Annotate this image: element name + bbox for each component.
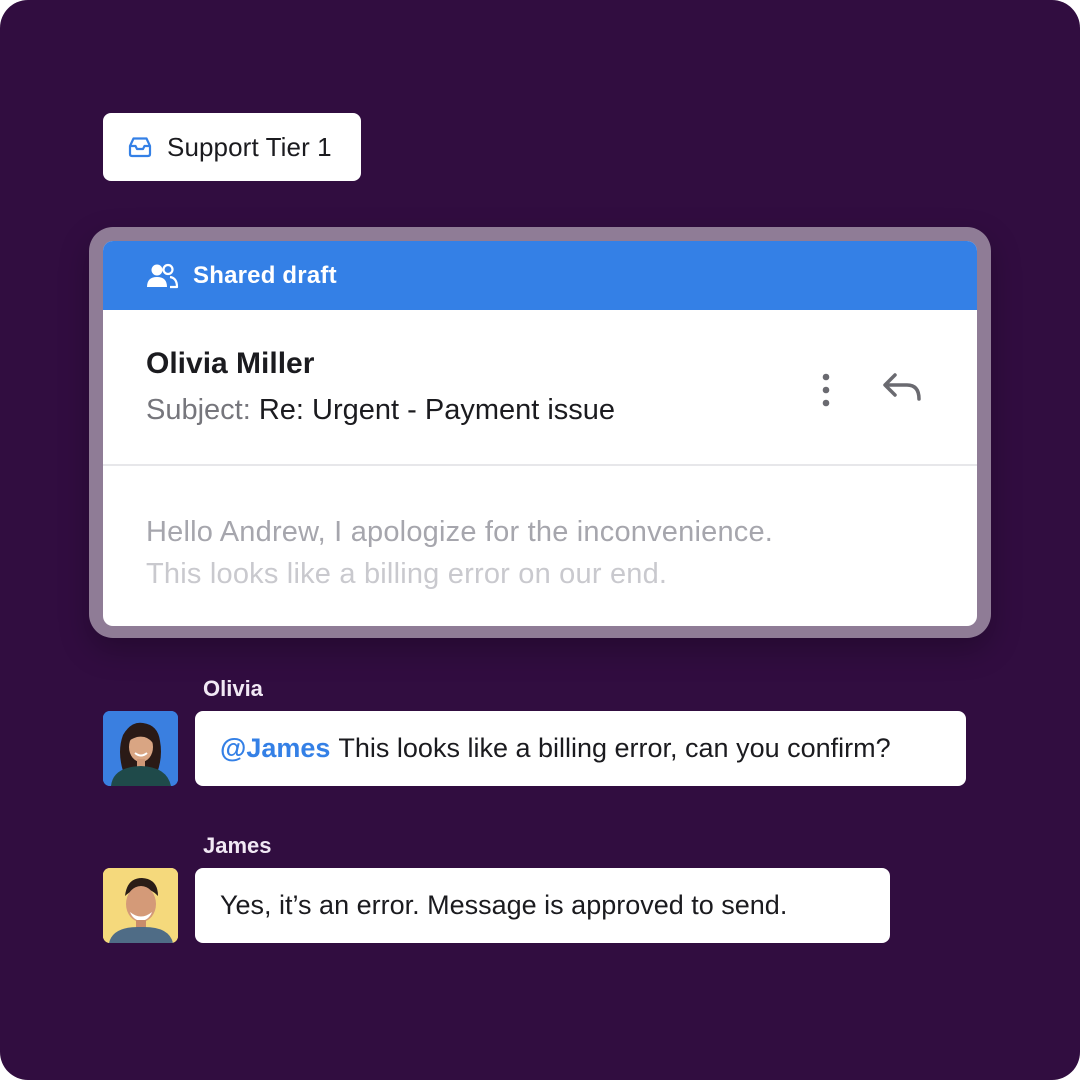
comment-text: Yes, it’s an error. Message is approved … <box>220 890 788 920</box>
subject-label: Subject: <box>146 394 251 426</box>
mention-link[interactable]: @James <box>220 733 330 764</box>
reply-button[interactable] <box>879 366 925 410</box>
draft-card[interactable]: Shared draft Olivia Miller Subject: Re: … <box>103 241 977 626</box>
subject-text: Re: Urgent - Payment issue <box>258 394 616 426</box>
draft-header: Shared draft <box>103 241 977 310</box>
inbox-label: Support Tier 1 <box>167 131 332 162</box>
avatar <box>103 868 178 943</box>
inbox-icon <box>125 132 155 162</box>
canvas: Support Tier 1 Shared draft Olivia Mille… <box>0 0 1080 1080</box>
comment-author: James <box>203 833 272 858</box>
inbox-chip[interactable]: Support Tier 1 <box>103 113 361 181</box>
draft-header-label: Shared draft <box>193 261 337 289</box>
subject-line: Subject: Re: Urgent - Payment issue <box>146 394 615 427</box>
reply-icon <box>883 373 921 401</box>
users-icon <box>145 262 179 290</box>
comment-text: This looks like a billing error, can you… <box>338 733 891 763</box>
more-options-button[interactable] <box>811 368 841 412</box>
comment-author: Olivia <box>203 676 263 701</box>
avatar <box>103 711 178 786</box>
draft-body-line: Hello Andrew, I apologize for the inconv… <box>146 516 774 548</box>
comment-bubble: Yes, it’s an error. Message is approved … <box>195 868 890 943</box>
more-vertical-icon <box>822 373 830 407</box>
sender-name: Olivia Miller <box>146 347 315 380</box>
draft-body-line: This looks like a billing error on our e… <box>146 558 668 590</box>
comment-bubble: @James This looks like a billing error, … <box>195 711 966 786</box>
draft-meta: Olivia Miller Subject: Re: Urgent - Paym… <box>103 310 977 466</box>
